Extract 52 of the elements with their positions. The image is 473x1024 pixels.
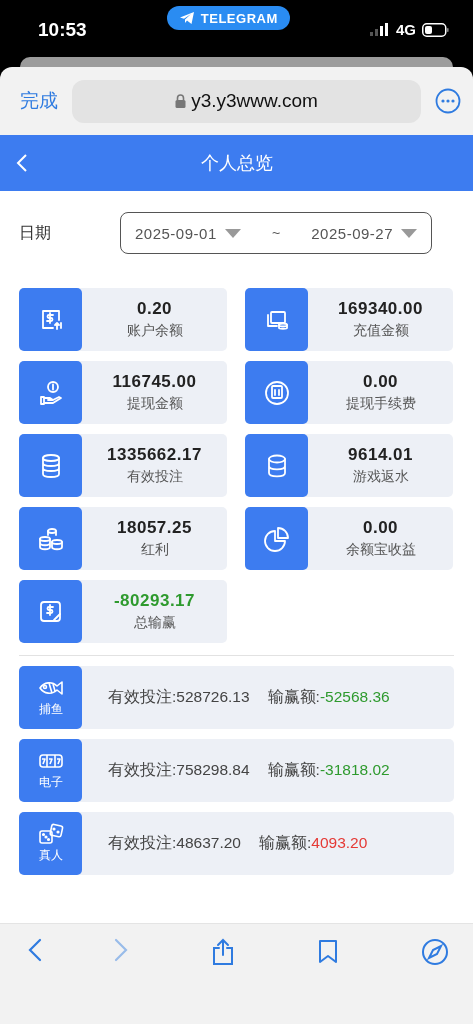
paper-plane-icon bbox=[178, 10, 195, 26]
stat-label: 充值金额 bbox=[352, 322, 409, 340]
game-name: 真人 bbox=[38, 847, 63, 864]
stat-label: 提现金额 bbox=[126, 395, 183, 413]
stat-value: 9614.01 bbox=[348, 445, 413, 465]
signal-icon bbox=[369, 23, 390, 36]
dice-icon bbox=[36, 823, 65, 845]
fee-icon bbox=[262, 378, 291, 407]
battery-icon bbox=[422, 22, 449, 37]
stat-value: 0.20 bbox=[136, 299, 173, 319]
stat-value: 0.00 bbox=[362, 518, 399, 538]
stat-value: 169340.00 bbox=[338, 299, 423, 319]
stat-value: 116745.00 bbox=[112, 372, 197, 392]
stat-value: 1335662.17 bbox=[107, 445, 202, 465]
done-button[interactable]: 完成 bbox=[20, 88, 58, 114]
dropdown-icon bbox=[224, 228, 241, 238]
status-time: 10:53 bbox=[38, 18, 87, 41]
valid-bet-text: 有效投注:528726.13 bbox=[108, 687, 250, 707]
date-label: 日期 bbox=[19, 222, 52, 243]
stat-label: 游戏返水 bbox=[352, 468, 409, 486]
game-name: 电子 bbox=[38, 774, 63, 791]
game-name: 捕鱼 bbox=[38, 701, 63, 718]
url-text: y3.y3www.com bbox=[191, 90, 318, 112]
share-icon[interactable] bbox=[210, 938, 235, 966]
end-date[interactable]: 2025-09-27 bbox=[311, 224, 393, 242]
compass-icon[interactable] bbox=[421, 938, 449, 966]
win-loss-text: 输赢额:4093.20 bbox=[258, 833, 368, 853]
back-icon[interactable] bbox=[28, 938, 42, 962]
more-icon[interactable] bbox=[435, 88, 461, 114]
stat-label: 账户余额 bbox=[126, 322, 183, 340]
page-title: 个人总览 bbox=[200, 152, 273, 175]
range-separator: ~ bbox=[270, 225, 282, 241]
valid-bet-text: 有效投注:48637.20 bbox=[108, 833, 241, 853]
date-range-field[interactable]: 2025-09-01 ~ 2025-09-27 bbox=[120, 212, 432, 254]
valid-bet-text: 有效投注:758298.84 bbox=[108, 760, 250, 780]
lock-icon bbox=[175, 94, 187, 108]
stat-label: 总输赢 bbox=[133, 614, 176, 632]
bookmark-icon[interactable] bbox=[316, 938, 339, 964]
stat-value: 0.00 bbox=[362, 372, 399, 392]
pie-chart-icon bbox=[262, 524, 291, 553]
win-loss-text: 输赢额:-31818.02 bbox=[267, 760, 390, 780]
stat-value: -80293.17 bbox=[113, 591, 196, 611]
stat-value: 18057.25 bbox=[117, 518, 192, 538]
network-label: 4G bbox=[395, 21, 416, 38]
stat-label: 红利 bbox=[140, 541, 169, 559]
stat-label: 余额宝收益 bbox=[345, 541, 416, 559]
address-bar[interactable]: y3.y3www.com bbox=[72, 79, 421, 123]
dropdown-icon bbox=[401, 228, 417, 238]
stat-label: 提现手续费 bbox=[345, 395, 416, 413]
stat-label: 有效投注 bbox=[126, 468, 183, 486]
start-date[interactable]: 2025-09-01 bbox=[135, 224, 217, 242]
win-loss-text: 输赢额:-52568.36 bbox=[267, 687, 390, 707]
